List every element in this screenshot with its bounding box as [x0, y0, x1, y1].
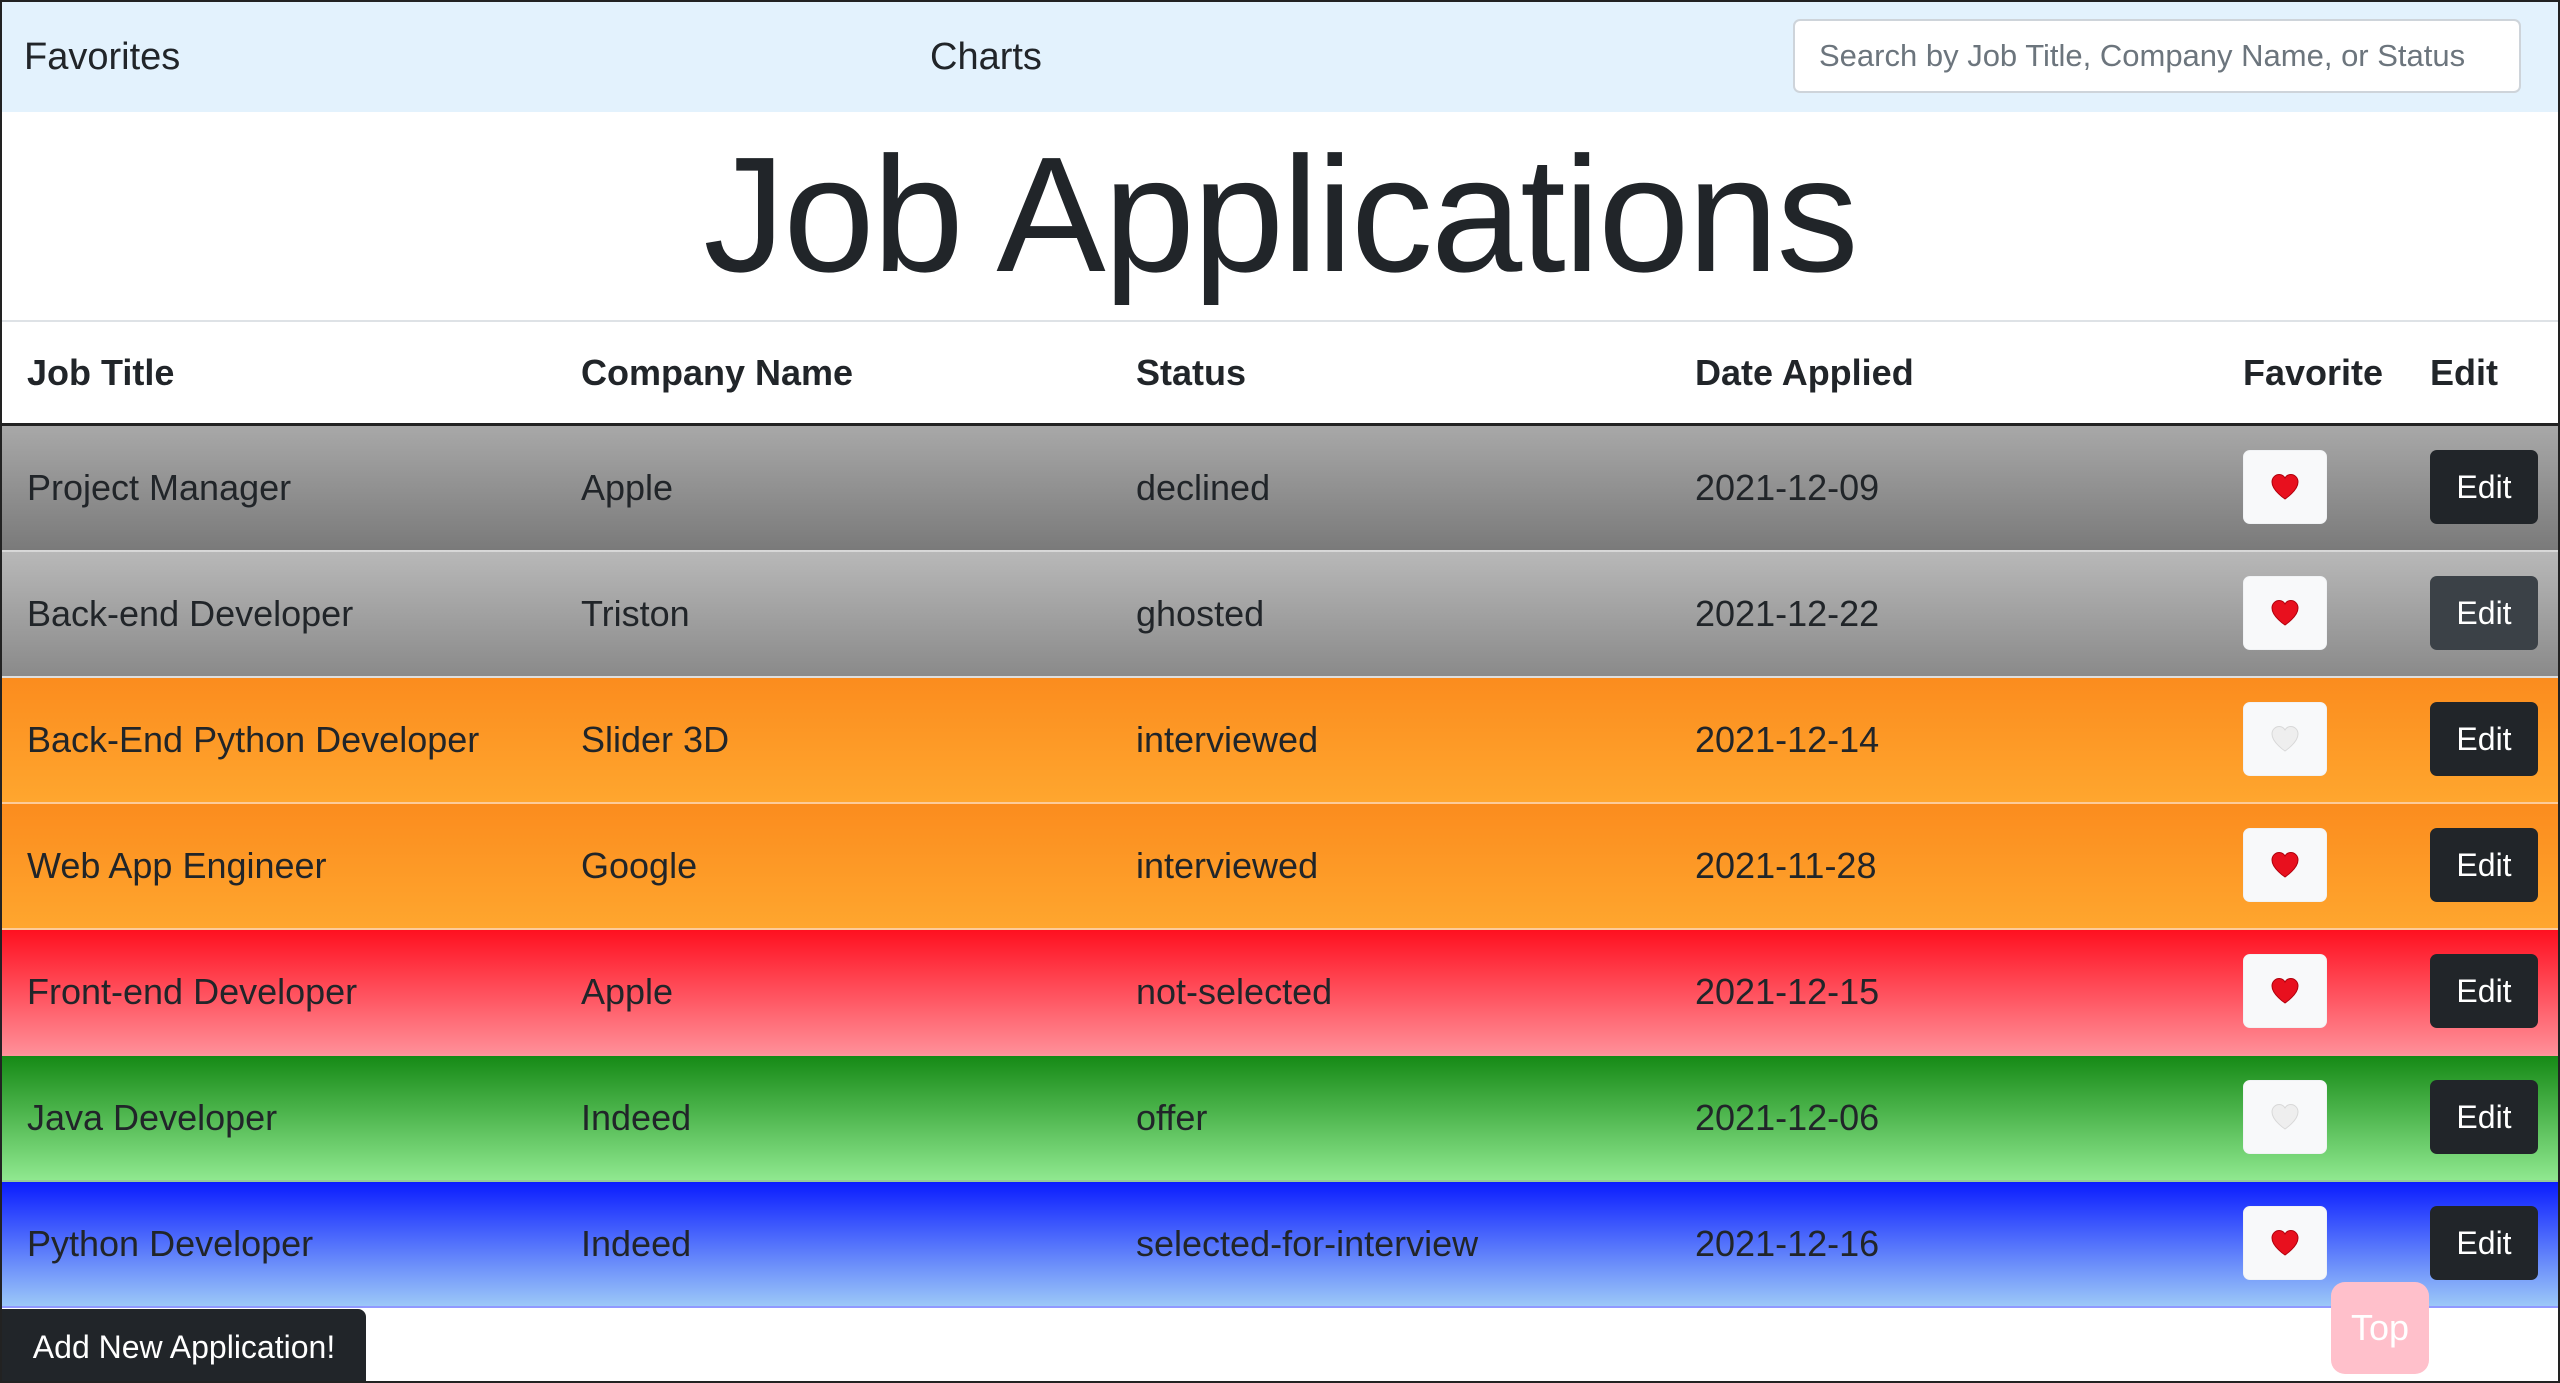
white-heart-icon: [2269, 723, 2301, 755]
table-row: Project Manager Apple declined 2021-12-0…: [2, 426, 2558, 552]
header-edit: Edit: [2430, 352, 2498, 393]
cell-company-name: Triston: [581, 593, 690, 634]
header-company-name: Company Name: [581, 352, 854, 393]
edit-button[interactable]: Edit: [2430, 1206, 2538, 1280]
red-heart-icon: [2269, 1227, 2301, 1259]
favorite-button[interactable]: [2243, 1080, 2327, 1154]
cell-company-name: Slider 3D: [581, 719, 730, 760]
cell-status: offer: [1136, 1097, 1208, 1138]
cell-job-title: Java Developer: [27, 1097, 278, 1138]
header-favorite: Favorite: [2243, 352, 2384, 393]
app-frame: Favorites Charts Job Applications Job Ti…: [0, 0, 2560, 1383]
edit-button[interactable]: Edit: [2430, 954, 2538, 1028]
cell-job-title: Python Developer: [27, 1223, 314, 1264]
cell-company-name: Indeed: [581, 1097, 692, 1138]
cell-status: not-selected: [1136, 971, 1333, 1012]
cell-job-title: Front-end Developer: [27, 971, 358, 1012]
cell-date-applied: 2021-12-09: [1695, 467, 1880, 508]
page-title: Job Applications: [703, 123, 1858, 306]
cell-job-title: Back-End Python Developer: [27, 719, 480, 760]
favorite-button[interactable]: [2243, 702, 2327, 776]
navbar: Favorites Charts: [2, 2, 2558, 112]
edit-button[interactable]: Edit: [2430, 450, 2538, 524]
favorite-button[interactable]: [2243, 450, 2327, 524]
cell-company-name: Apple: [581, 971, 674, 1012]
cell-date-applied: 2021-11-28: [1695, 845, 1877, 886]
add-new-application-button[interactable]: Add New Application!: [2, 1309, 366, 1381]
table-header: Job Title Company Name Status Date Appli…: [2, 322, 2558, 424]
edit-button[interactable]: Edit: [2430, 1080, 2538, 1154]
cell-date-applied: 2021-12-16: [1695, 1223, 1880, 1264]
edit-button[interactable]: Edit: [2430, 576, 2538, 650]
cell-job-title: Project Manager: [27, 467, 292, 508]
cell-status: ghosted: [1136, 593, 1265, 634]
favorite-button[interactable]: [2243, 828, 2327, 902]
scroll-top-button[interactable]: Top: [2331, 1282, 2429, 1374]
nav-charts-link[interactable]: Charts: [930, 2, 1042, 112]
table-row: Front-end Developer Apple not-selected 2…: [2, 930, 2558, 1056]
cell-date-applied: 2021-12-15: [1695, 971, 1880, 1012]
cell-status: declined: [1136, 467, 1271, 508]
cell-date-applied: 2021-12-22: [1695, 593, 1880, 634]
red-heart-icon: [2269, 975, 2301, 1007]
red-heart-icon: [2269, 597, 2301, 629]
favorite-button[interactable]: [2243, 576, 2327, 650]
cell-status: selected-for-interview: [1136, 1223, 1479, 1264]
cell-company-name: Indeed: [581, 1223, 692, 1264]
table-row: Python Developer Indeed selected-for-int…: [2, 1182, 2558, 1308]
cell-job-title: Back-end Developer: [27, 593, 354, 634]
header-status: Status: [1136, 352, 1247, 393]
header-job-title: Job Title: [27, 352, 175, 393]
table-row: Java Developer Indeed offer 2021-12-06 E…: [2, 1056, 2558, 1182]
search-input[interactable]: [1793, 19, 2521, 93]
header-date-applied: Date Applied: [1695, 352, 1914, 393]
cell-company-name: Apple: [581, 467, 674, 508]
edit-button[interactable]: Edit: [2430, 702, 2538, 776]
table-row: Web App Engineer Google interviewed 2021…: [2, 804, 2558, 930]
cell-date-applied: 2021-12-06: [1695, 1097, 1880, 1138]
nav-favorites-link[interactable]: Favorites: [24, 2, 180, 112]
table-row: Back-End Python Developer Slider 3D inte…: [2, 678, 2558, 804]
favorite-button[interactable]: [2243, 1206, 2327, 1280]
red-heart-icon: [2269, 471, 2301, 503]
edit-button[interactable]: Edit: [2430, 828, 2538, 902]
cell-status: interviewed: [1136, 719, 1319, 760]
cell-company-name: Google: [581, 845, 698, 886]
favorite-button[interactable]: [2243, 954, 2327, 1028]
red-heart-icon: [2269, 849, 2301, 881]
cell-date-applied: 2021-12-14: [1695, 719, 1880, 760]
table-row: Back-end Developer Triston ghosted 2021-…: [2, 552, 2558, 678]
cell-job-title: Web App Engineer: [27, 845, 327, 886]
cell-status: interviewed: [1136, 845, 1319, 886]
white-heart-icon: [2269, 1101, 2301, 1133]
